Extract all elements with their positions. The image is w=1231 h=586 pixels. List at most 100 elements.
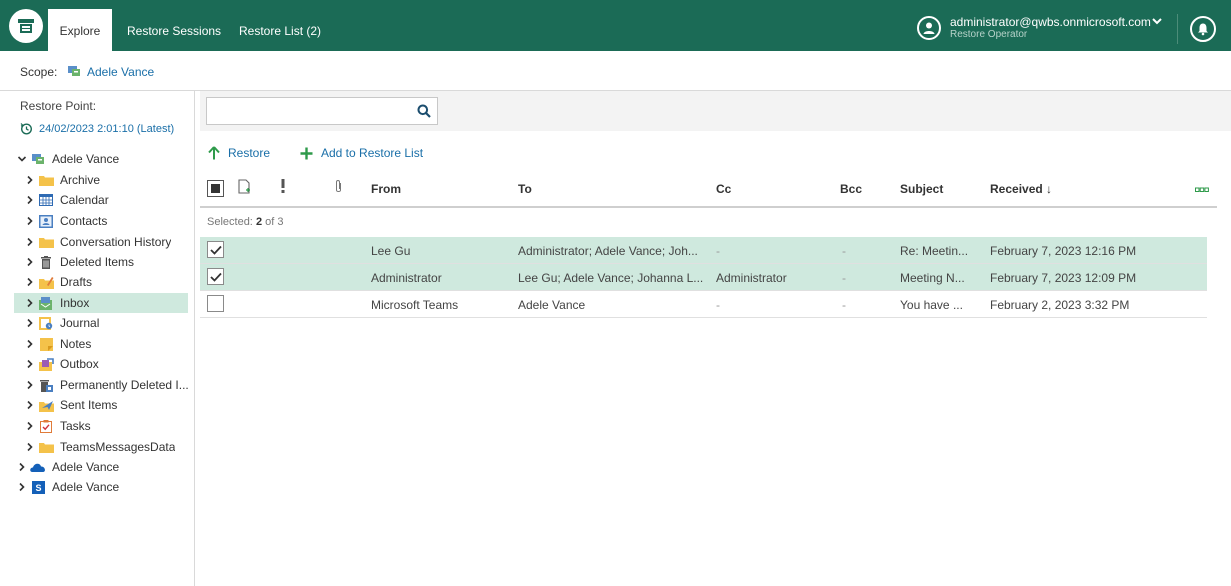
tree-item-root-mailbox[interactable]: Adele Vance: [14, 149, 188, 169]
cell-to: Administrator; Adele Vance; Joh...: [518, 244, 698, 258]
check-icon: [209, 245, 222, 255]
column-received[interactable]: Received ↓: [990, 182, 1052, 196]
cell-to: Adele Vance: [518, 298, 586, 312]
search-box: [206, 97, 438, 125]
app-logo-icon[interactable]: [9, 9, 43, 43]
tree-item-label: Contacts: [60, 214, 108, 228]
tree-item-sent-items[interactable]: Sent Items: [22, 395, 196, 415]
cell-from: Administrator: [371, 271, 442, 285]
chevron-right-icon[interactable]: [22, 298, 38, 308]
user-avatar-icon[interactable]: [917, 16, 941, 40]
tree-item-inbox[interactable]: Inbox: [14, 293, 188, 313]
attachment-type-icon[interactable]: [238, 179, 251, 197]
chevron-right-icon[interactable]: [14, 482, 30, 492]
mailbox-icon: [30, 152, 46, 166]
restore-button[interactable]: Restore: [208, 146, 270, 160]
tree-item-tasks[interactable]: Tasks: [22, 416, 196, 436]
divider: [1177, 14, 1178, 44]
search-icon[interactable]: [417, 104, 431, 121]
table-row[interactable]: Administrator Lee Gu; Adele Vance; Johan…: [200, 264, 1207, 291]
restore-point-value[interactable]: 24/02/2023 2:01:10 (Latest): [20, 122, 174, 135]
scope-value[interactable]: Adele Vance: [87, 65, 154, 79]
sent-icon: [38, 398, 54, 412]
inbox-icon: [38, 296, 54, 310]
chevron-right-icon[interactable]: [22, 421, 38, 431]
chevron-right-icon[interactable]: [22, 216, 38, 226]
chevron-right-icon[interactable]: [22, 442, 38, 452]
tree-item-drafts[interactable]: Drafts: [22, 272, 196, 292]
chevron-right-icon[interactable]: [22, 257, 38, 267]
chevron-right-icon[interactable]: [22, 175, 38, 185]
chevron-down-icon[interactable]: [14, 154, 30, 164]
column-chooser-icon[interactable]: [1195, 183, 1209, 197]
chevron-down-icon[interactable]: [1152, 15, 1162, 29]
tree-item-archive[interactable]: Archive: [22, 170, 196, 190]
table-row[interactable]: Lee Gu Administrator; Adele Vance; Joh..…: [200, 237, 1207, 264]
cell-received: February 7, 2023 12:16 PM: [990, 244, 1137, 258]
search-strip: [200, 91, 1231, 131]
tree-item-permanently-deleted[interactable]: Permanently Deleted I...: [22, 375, 196, 395]
cell-received: February 7, 2023 12:09 PM: [990, 271, 1137, 285]
restore-point-label: Restore Point:: [20, 99, 97, 113]
chevron-right-icon[interactable]: [22, 339, 38, 349]
paperclip-icon[interactable]: [334, 179, 343, 197]
column-from[interactable]: From: [371, 182, 401, 196]
cell-cc: Administrator: [716, 271, 787, 285]
column-cc[interactable]: Cc: [716, 182, 731, 196]
tree-item-calendar[interactable]: Calendar: [22, 190, 196, 210]
row-checkbox[interactable]: [207, 268, 224, 285]
user-name[interactable]: administrator@qwbs.onmicrosoft.com: [950, 15, 1151, 29]
tab-explore[interactable]: Explore: [48, 9, 112, 51]
column-subject[interactable]: Subject: [900, 182, 943, 196]
arrow-up-icon: [208, 146, 220, 160]
tree-item-contacts[interactable]: Contacts: [22, 211, 196, 231]
cell-received: February 2, 2023 3:32 PM: [990, 298, 1130, 312]
restore-label: Restore: [228, 146, 271, 160]
chevron-right-icon[interactable]: [14, 462, 30, 472]
chevron-right-icon[interactable]: [22, 318, 38, 328]
tree-item-label: TeamsMessagesData: [60, 440, 176, 454]
chevron-right-icon[interactable]: [22, 380, 38, 390]
tree-item-notes[interactable]: Notes: [22, 334, 196, 354]
importance-icon[interactable]: [280, 178, 286, 197]
add-to-restore-list-label: Add to Restore List: [321, 146, 424, 160]
folder-icon: [38, 173, 54, 187]
search-input[interactable]: [207, 98, 407, 124]
tab-restore-list[interactable]: Restore List (2): [239, 9, 321, 51]
add-to-restore-list-button[interactable]: Add to Restore List: [300, 146, 423, 160]
chevron-right-icon[interactable]: [22, 195, 38, 205]
tree-item-journal[interactable]: Journal: [22, 313, 196, 333]
tree-item-teams-messages-data[interactable]: TeamsMessagesData: [22, 437, 196, 457]
chevron-right-icon[interactable]: [22, 277, 38, 287]
row-checkbox[interactable]: [207, 241, 224, 258]
column-bcc[interactable]: Bcc: [840, 182, 862, 196]
selection-summary: Selected: 2 of 3: [207, 216, 283, 228]
tree-item-label: Sent Items: [60, 398, 118, 412]
column-to[interactable]: To: [518, 182, 532, 196]
plus-icon: [300, 147, 313, 159]
tab-restore-sessions[interactable]: Restore Sessions: [127, 9, 221, 51]
chevron-right-icon[interactable]: [22, 237, 38, 247]
cell-bcc: -: [842, 271, 846, 285]
cell-from: Lee Gu: [371, 244, 411, 258]
chevron-right-icon[interactable]: [22, 359, 38, 369]
bell-icon[interactable]: [1190, 16, 1216, 42]
tree-item-label: Inbox: [60, 296, 90, 310]
restore-point-date[interactable]: 24/02/2023 2:01:10 (Latest): [39, 123, 174, 135]
tree-item-label: Notes: [60, 337, 92, 351]
table-row[interactable]: Microsoft Teams Adele Vance - - You have…: [200, 291, 1207, 318]
tree-item-deleted-items[interactable]: Deleted Items: [22, 252, 196, 272]
select-all-checkbox[interactable]: [207, 180, 224, 197]
tree-item-outbox[interactable]: Outbox: [22, 354, 196, 374]
cell-bcc: -: [842, 298, 846, 312]
folder-icon: [38, 440, 54, 454]
tree-item-onedrive[interactable]: Adele Vance: [14, 457, 188, 477]
tree-item-conversation-history[interactable]: Conversation History: [22, 232, 196, 252]
cell-from: Microsoft Teams: [371, 298, 459, 312]
folder-icon: [38, 235, 54, 249]
row-checkbox[interactable]: [207, 295, 224, 312]
tree-item-sharepoint[interactable]: S Adele Vance: [14, 477, 188, 497]
chevron-right-icon[interactable]: [22, 400, 38, 410]
check-icon: [209, 272, 222, 282]
svg-text:S: S: [35, 483, 41, 493]
